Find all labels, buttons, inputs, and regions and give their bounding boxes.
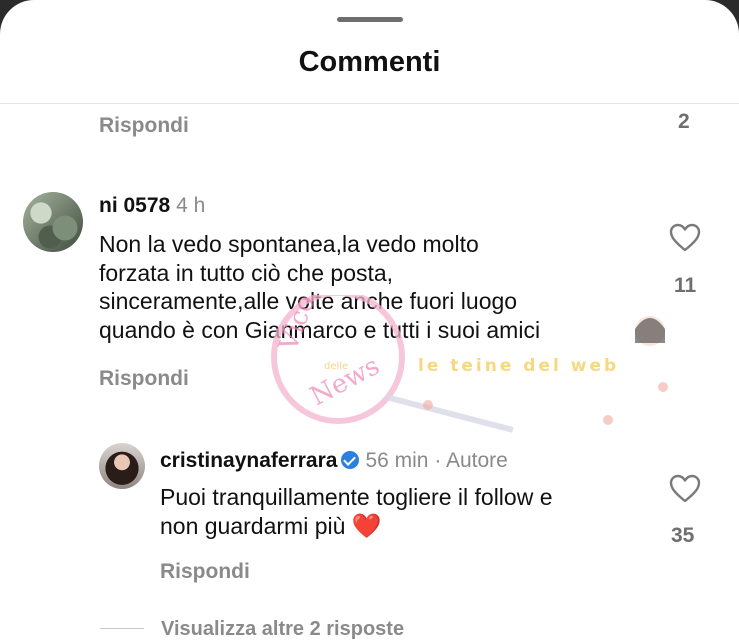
verified-badge-icon bbox=[341, 451, 360, 469]
comment-username[interactable]: ni 0578 bbox=[99, 194, 170, 217]
reply-username[interactable]: cristinaynaferrara bbox=[160, 449, 337, 472]
reply-line-1: Puoi tranquillamente togliere il follow … bbox=[160, 484, 553, 510]
comment-line-1: Non la vedo spontanea,la vedo molto bbox=[99, 231, 479, 257]
comment-reply-button[interactable]: Rispondi bbox=[99, 367, 189, 391]
reply-line-2-text: non guardarmi più bbox=[160, 512, 346, 539]
reply-time: 56 min bbox=[365, 449, 429, 472]
comment-text: Non la vedo spontanea,la vedo molto forz… bbox=[99, 230, 540, 344]
comments-sheet: Commenti Rispondi 2 ni 0578 4 h Non la v… bbox=[0, 0, 739, 642]
reply-line-2: non guardarmi più ❤️ bbox=[160, 512, 553, 542]
comment-username-row: ni 0578 4 h bbox=[99, 194, 205, 218]
svg-text:le teine del web: le teine del web bbox=[418, 356, 619, 376]
view-more-replies-button[interactable]: Visualizza altre 2 risposte bbox=[161, 618, 404, 641]
svg-text:News: News bbox=[305, 351, 384, 412]
comment-like-count: 11 bbox=[674, 274, 697, 297]
like-heart-icon[interactable] bbox=[669, 223, 701, 253]
previous-reply-button[interactable]: Rispondi bbox=[99, 114, 189, 138]
avatar[interactable] bbox=[23, 192, 83, 252]
author-badge: · Autore bbox=[434, 449, 508, 472]
sheet-title: Commenti bbox=[298, 46, 441, 78]
reply-avatar[interactable] bbox=[99, 443, 145, 489]
header-divider bbox=[0, 103, 739, 104]
reply-username-row: cristinaynaferrara 56 min · Autore bbox=[160, 449, 508, 473]
reply-like-count: 35 bbox=[671, 524, 695, 547]
comment-line-4: quando è con Gianmarco e tutti i suoi am… bbox=[99, 316, 541, 343]
comment-line-3: sinceramente,alle volte anche fuori luog… bbox=[99, 288, 518, 314]
reply-reply-button[interactable]: Rispondi bbox=[160, 560, 250, 584]
comment-time: 4 h bbox=[176, 194, 206, 217]
comment-line-2: forzata in tutto ciò che posta, bbox=[99, 259, 394, 286]
red-heart-emoji: ❤️ bbox=[351, 512, 382, 540]
previous-like-count: 2 bbox=[678, 110, 690, 133]
sheet-grabber[interactable] bbox=[337, 17, 403, 22]
svg-text:delle: delle bbox=[324, 361, 348, 372]
reply-text: Puoi tranquillamente togliere il follow … bbox=[160, 483, 553, 541]
view-more-line bbox=[100, 628, 144, 629]
reply-like-heart-icon[interactable] bbox=[669, 474, 701, 504]
